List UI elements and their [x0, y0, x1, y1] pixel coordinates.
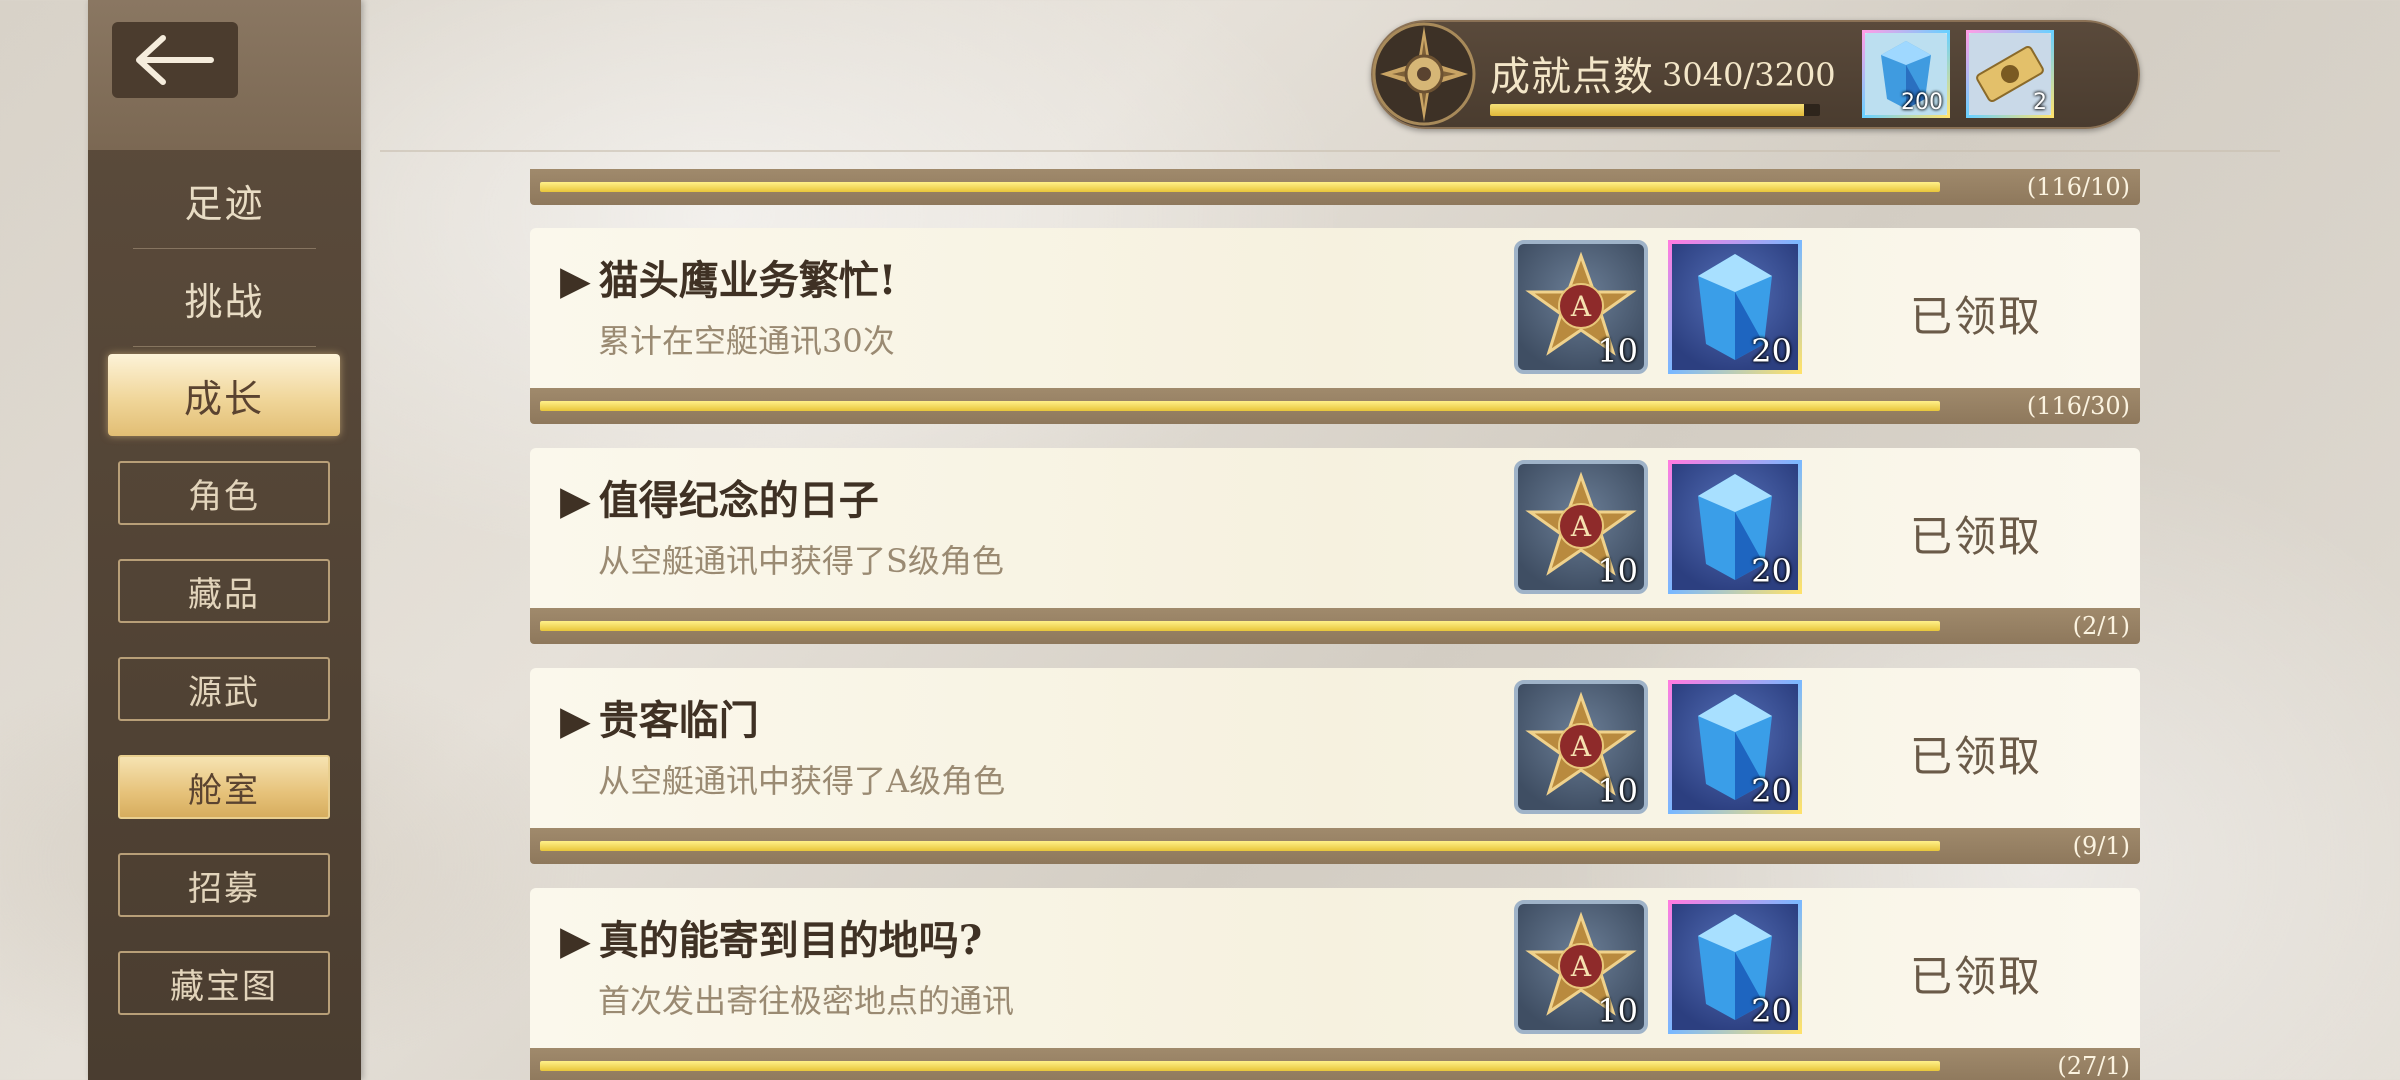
nav-sub-recruit[interactable]: 招募 [118, 853, 330, 917]
nav-divider [133, 248, 316, 249]
achievement-item: ▶ 真的能寄到目的地吗? 首次发出寄往极密地点的通讯 A 10 20 已领取 [530, 888, 2140, 1048]
reward-crystal-count: 20 [1751, 332, 1792, 370]
reward-badge-count: 10 [1597, 772, 1638, 810]
achievement-title: ▶ 猫头鹰业务繁忙! [560, 248, 896, 306]
progress-track [540, 182, 1940, 192]
achievement-item: ▶ 值得纪念的日子 从空艇通讯中获得了S级角色 A 10 20 已领取 [530, 448, 2140, 608]
crystal-count: 200 [1901, 90, 1943, 115]
achievement-title-text: 值得纪念的日子 [598, 477, 879, 524]
progress-track [540, 1061, 1940, 1071]
claimed-status: 已领取 [1910, 292, 2043, 341]
sidebar-header [88, 0, 361, 150]
nav-sub-treasure-map[interactable]: 藏宝图 [118, 951, 330, 1015]
reward-crystal[interactable]: 20 [1668, 240, 1802, 374]
expand-triangle-icon: ▶ [560, 917, 591, 964]
progress-strip: (116/10) [530, 169, 2140, 205]
progress-ratio: (116/10) [2026, 173, 2130, 201]
expand-triangle-icon: ▶ [560, 697, 591, 744]
progress-ratio: (2/1) [2072, 612, 2130, 640]
points-progress-bar [1490, 104, 1820, 116]
reward-badge-count: 10 [1597, 552, 1638, 590]
nav-growth[interactable]: 成长 [108, 354, 340, 436]
achievement-description: 从空艇通讯中获得了S级角色 [598, 542, 1004, 580]
progress-ratio: (9/1) [2072, 832, 2130, 860]
nav-footprint[interactable]: 足迹 [88, 160, 361, 240]
nav-divider [133, 346, 316, 347]
ticket-count: 2 [2033, 90, 2047, 115]
badge-letter: A [1570, 950, 1592, 983]
progress-track [540, 401, 1940, 411]
badge-letter: A [1570, 510, 1592, 543]
claimed-status: 已领取 [1910, 952, 2043, 1001]
achievement-emblem-icon [1372, 22, 1476, 126]
progress-ratio: (116/30) [2026, 392, 2130, 420]
achievement-title: ▶ 真的能寄到目的地吗? [560, 908, 982, 966]
points-label: 成就点数 [1490, 54, 1654, 100]
nav-sub-collection[interactable]: 藏品 [118, 559, 330, 623]
reward-crystal-count: 20 [1751, 772, 1792, 810]
achievement-title-text: 真的能寄到目的地吗? [598, 917, 983, 964]
progress-track [540, 841, 1940, 851]
expand-triangle-icon: ▶ [560, 477, 591, 524]
back-arrow-icon [136, 35, 214, 85]
achievement-title: ▶ 值得纪念的日子 [560, 468, 879, 526]
reward-a-badge[interactable]: A 10 [1514, 240, 1648, 374]
nav-sub-character[interactable]: 角色 [118, 461, 330, 525]
points-progress-fill [1490, 104, 1804, 116]
achievement-title-text: 贵客临门 [598, 697, 759, 744]
claimed-status: 已领取 [1910, 732, 2043, 781]
reward-a-badge[interactable]: A 10 [1514, 680, 1648, 814]
reward-crystal[interactable]: 20 [1668, 460, 1802, 594]
progress-fill [540, 621, 1940, 631]
reward-badge-count: 10 [1597, 332, 1638, 370]
reward-badge-count: 10 [1597, 992, 1638, 1030]
reward-crystal[interactable]: 20 [1668, 680, 1802, 814]
expand-triangle-icon: ▶ [560, 257, 591, 304]
nav-challenge[interactable]: 挑战 [88, 258, 361, 338]
progress-fill [540, 401, 1940, 411]
achievement-description: 从空艇通讯中获得了A级角色 [598, 762, 1006, 800]
progress-fill [540, 1061, 1940, 1071]
ticket-currency[interactable]: 2 [1966, 30, 2054, 118]
achievement-title-text: 猫头鹰业务繁忙! [598, 257, 897, 304]
points-value: 3040/3200 [1662, 56, 1836, 94]
claimed-status: 已领取 [1910, 512, 2043, 561]
achievement-item: ▶ 猫头鹰业务繁忙! 累计在空艇通讯30次 A 10 20 已领取 [530, 228, 2140, 388]
crystal-currency[interactable]: 200 [1862, 30, 1950, 118]
nav-sub-cabin[interactable]: 舱室 [118, 755, 330, 819]
reward-crystal-count: 20 [1751, 992, 1792, 1030]
progress-track [540, 621, 1940, 631]
badge-letter: A [1570, 290, 1592, 323]
reward-a-badge[interactable]: A 10 [1514, 460, 1648, 594]
achievement-description: 首次发出寄往极密地点的通讯 [598, 982, 1015, 1020]
badge-letter: A [1570, 730, 1592, 763]
progress-fill [540, 841, 1940, 851]
progress-strip: (116/30) [530, 388, 2140, 424]
header-divider [380, 150, 2280, 152]
reward-crystal[interactable]: 20 [1668, 900, 1802, 1034]
reward-a-badge[interactable]: A 10 [1514, 900, 1648, 1034]
progress-ratio: (27/1) [2057, 1052, 2130, 1080]
achievement-title: ▶ 贵客临门 [560, 688, 759, 746]
nav-sub-source-weapon[interactable]: 源武 [118, 657, 330, 721]
achievement-item: ▶ 贵客临门 从空艇通讯中获得了A级角色 A 10 20 已领取 [530, 668, 2140, 828]
progress-fill [540, 182, 1940, 192]
reward-crystal-count: 20 [1751, 552, 1792, 590]
progress-strip: (27/1) [530, 1048, 2140, 1080]
achievement-description: 累计在空艇通讯30次 [598, 322, 895, 360]
progress-strip: (2/1) [530, 608, 2140, 644]
back-button[interactable] [112, 22, 238, 98]
progress-strip: (9/1) [530, 828, 2140, 864]
sidebar: 足迹 挑战 成长 角色 藏品 源武 舱室 招募 藏宝图 [88, 0, 361, 1080]
